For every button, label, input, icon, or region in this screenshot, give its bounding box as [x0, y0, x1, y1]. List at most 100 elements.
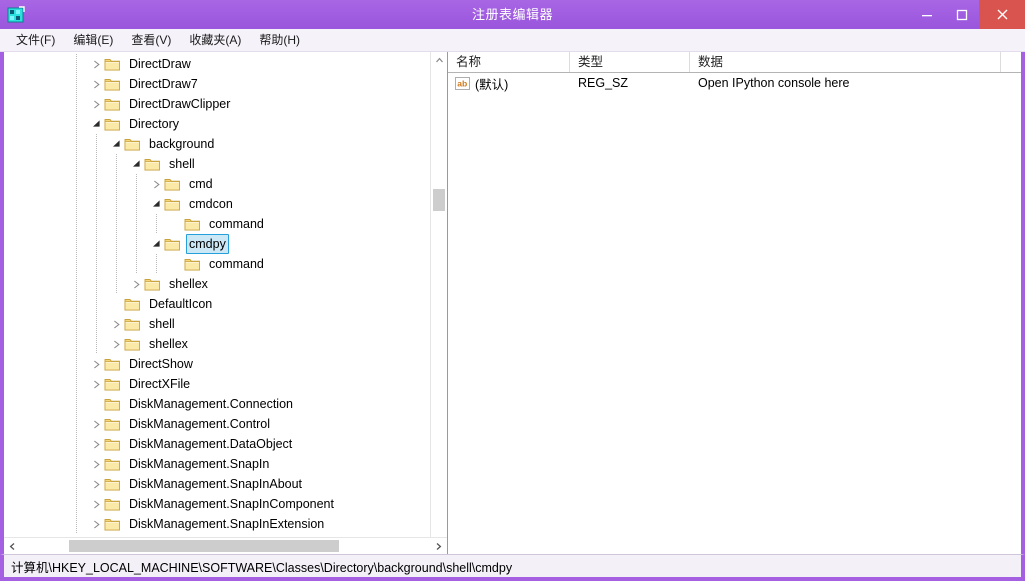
- chevron-right-icon[interactable]: [430, 538, 447, 554]
- tree-indent: [4, 294, 108, 314]
- chevron-down-icon[interactable]: [88, 114, 104, 134]
- chevron-down-icon[interactable]: [148, 194, 164, 214]
- column-header-data[interactable]: 数据: [690, 52, 1001, 72]
- tree-item-cmdcon[interactable]: cmdcon: [4, 194, 430, 214]
- tree-item-shellex[interactable]: shellex: [4, 274, 430, 294]
- menu-favorites[interactable]: 收藏夹(A): [181, 30, 249, 50]
- tree-guide-line: [76, 74, 77, 94]
- menu-help[interactable]: 帮助(H): [251, 30, 308, 50]
- tree-item-cmdpy[interactable]: cmdpy: [4, 234, 430, 254]
- minimize-button[interactable]: [909, 0, 944, 29]
- tree-item-label: background: [149, 137, 215, 151]
- tree-item-directory[interactable]: Directory: [4, 114, 430, 134]
- maximize-button[interactable]: [944, 0, 979, 29]
- chevron-right-icon[interactable]: [88, 354, 104, 374]
- folder-icon: [104, 436, 122, 452]
- chevron-left-icon[interactable]: [4, 538, 21, 554]
- list-body[interactable]: ab (默认) REG_SZ Open IPython console here: [448, 73, 1021, 554]
- tree-guide-line: [76, 94, 77, 114]
- chevron-right-icon[interactable]: [88, 474, 104, 494]
- tree-item-label: shell: [169, 157, 195, 171]
- tree-item-diskmanagement-snapinabout[interactable]: DiskManagement.SnapInAbout: [4, 474, 430, 494]
- tree-guide-line: [76, 434, 77, 454]
- menu-view[interactable]: 查看(V): [123, 30, 179, 50]
- chevron-right-icon[interactable]: [88, 94, 104, 114]
- tree-horizontal-track[interactable]: [21, 538, 430, 554]
- chevron-right-icon[interactable]: [88, 374, 104, 394]
- tree-indent: [4, 154, 128, 174]
- tree-vertical-track[interactable]: [431, 69, 447, 537]
- tree-guide-line: [76, 54, 77, 74]
- tree-item-directdraw[interactable]: DirectDraw: [4, 54, 430, 74]
- chevron-right-icon[interactable]: [88, 494, 104, 514]
- chevron-right-icon[interactable]: [88, 54, 104, 74]
- tree-item-diskmanagement-snapinextension[interactable]: DiskManagement.SnapInExtension: [4, 514, 430, 534]
- tree-item-diskmanagement-connection[interactable]: DiskManagement.Connection: [4, 394, 430, 414]
- chevron-right-icon[interactable]: [128, 274, 144, 294]
- tree-item-directshow[interactable]: DirectShow: [4, 354, 430, 374]
- tree-item-label: cmd: [189, 177, 213, 191]
- tree-horizontal-thumb[interactable]: [69, 540, 339, 552]
- tree-item-command[interactable]: command: [4, 214, 430, 234]
- tree-guide-line: [96, 174, 97, 194]
- tree-guide-line: [116, 214, 117, 234]
- tree-guide-line: [76, 314, 77, 334]
- tree-guide-line: [76, 514, 77, 534]
- column-header-name[interactable]: 名称: [448, 52, 570, 72]
- status-bar: 计算机\HKEY_LOCAL_MACHINE\SOFTWARE\Classes\…: [0, 554, 1025, 581]
- tree-item-diskmanagement-control[interactable]: DiskManagement.Control: [4, 414, 430, 434]
- chevron-down-icon[interactable]: [128, 154, 144, 174]
- tree-guide-line: [76, 174, 77, 194]
- folder-icon: [104, 116, 122, 132]
- chevron-right-icon[interactable]: [88, 434, 104, 454]
- chevron-up-icon[interactable]: [431, 52, 447, 69]
- column-header-filler: [1001, 52, 1021, 72]
- tree-item-defaulticon[interactable]: DefaultIcon: [4, 294, 430, 314]
- tree-item-shell[interactable]: shell: [4, 314, 430, 334]
- tree-indent: [4, 494, 88, 514]
- folder-icon: [144, 276, 162, 292]
- tree-guide-line: [116, 194, 117, 214]
- tree-guide-line: [136, 254, 137, 274]
- menu-edit[interactable]: 编辑(E): [65, 30, 121, 50]
- menu-bar: 文件(F) 编辑(E) 查看(V) 收藏夹(A) 帮助(H): [0, 29, 1025, 52]
- folder-icon: [184, 216, 202, 232]
- title-bar[interactable]: 注册表编辑器: [0, 0, 1025, 29]
- tree-horizontal-scrollbar[interactable]: [4, 537, 447, 554]
- close-button[interactable]: [979, 0, 1025, 29]
- chevron-right-icon[interactable]: [88, 454, 104, 474]
- tree-indent: [4, 254, 168, 274]
- chevron-right-icon[interactable]: [88, 414, 104, 434]
- tree-guide-line: [136, 234, 137, 254]
- tree-item-shellex[interactable]: shellex: [4, 334, 430, 354]
- chevron-right-icon[interactable]: [108, 334, 124, 354]
- chevron-down-icon[interactable]: [148, 234, 164, 254]
- tree-item-cmd[interactable]: cmd: [4, 174, 430, 194]
- tree-item-directxfile[interactable]: DirectXFile: [4, 374, 430, 394]
- tree-vertical-scrollbar[interactable]: [430, 52, 447, 537]
- tree-item-directdrawclipper[interactable]: DirectDrawClipper: [4, 94, 430, 114]
- tree-item-background[interactable]: background: [4, 134, 430, 154]
- tree-item-command[interactable]: command: [4, 254, 430, 274]
- chevron-right-icon[interactable]: [88, 74, 104, 94]
- tree-guide-line: [76, 414, 77, 434]
- tree-vertical-thumb[interactable]: [433, 189, 445, 211]
- tree-guide-line: [116, 274, 117, 294]
- tree-guide-line: [76, 234, 77, 254]
- column-header-type[interactable]: 类型: [570, 52, 690, 72]
- tree-indent: [4, 274, 128, 294]
- tree-indent: [4, 214, 168, 234]
- tree-item-diskmanagement-snapincomponent[interactable]: DiskManagement.SnapInComponent: [4, 494, 430, 514]
- tree-item-diskmanagement-snapin[interactable]: DiskManagement.SnapIn: [4, 454, 430, 474]
- tree-item-shell[interactable]: shell: [4, 154, 430, 174]
- tree-item-diskmanagement-dataobject[interactable]: DiskManagement.DataObject: [4, 434, 430, 454]
- menu-file[interactable]: 文件(F): [8, 30, 63, 50]
- chevron-down-icon[interactable]: [108, 134, 124, 154]
- tree-item-directdraw7[interactable]: DirectDraw7: [4, 74, 430, 94]
- table-row[interactable]: ab (默认) REG_SZ Open IPython console here: [448, 73, 1021, 93]
- registry-tree[interactable]: DirectDraw DirectDraw7 DirectDrawClipper Di…: [4, 52, 430, 537]
- chevron-right-icon[interactable]: [108, 314, 124, 334]
- chevron-right-icon[interactable]: [148, 174, 164, 194]
- registry-values-pane: 名称 类型 数据 ab (默认) REG_SZ Open IPython consol…: [448, 52, 1021, 554]
- chevron-right-icon[interactable]: [88, 514, 104, 534]
